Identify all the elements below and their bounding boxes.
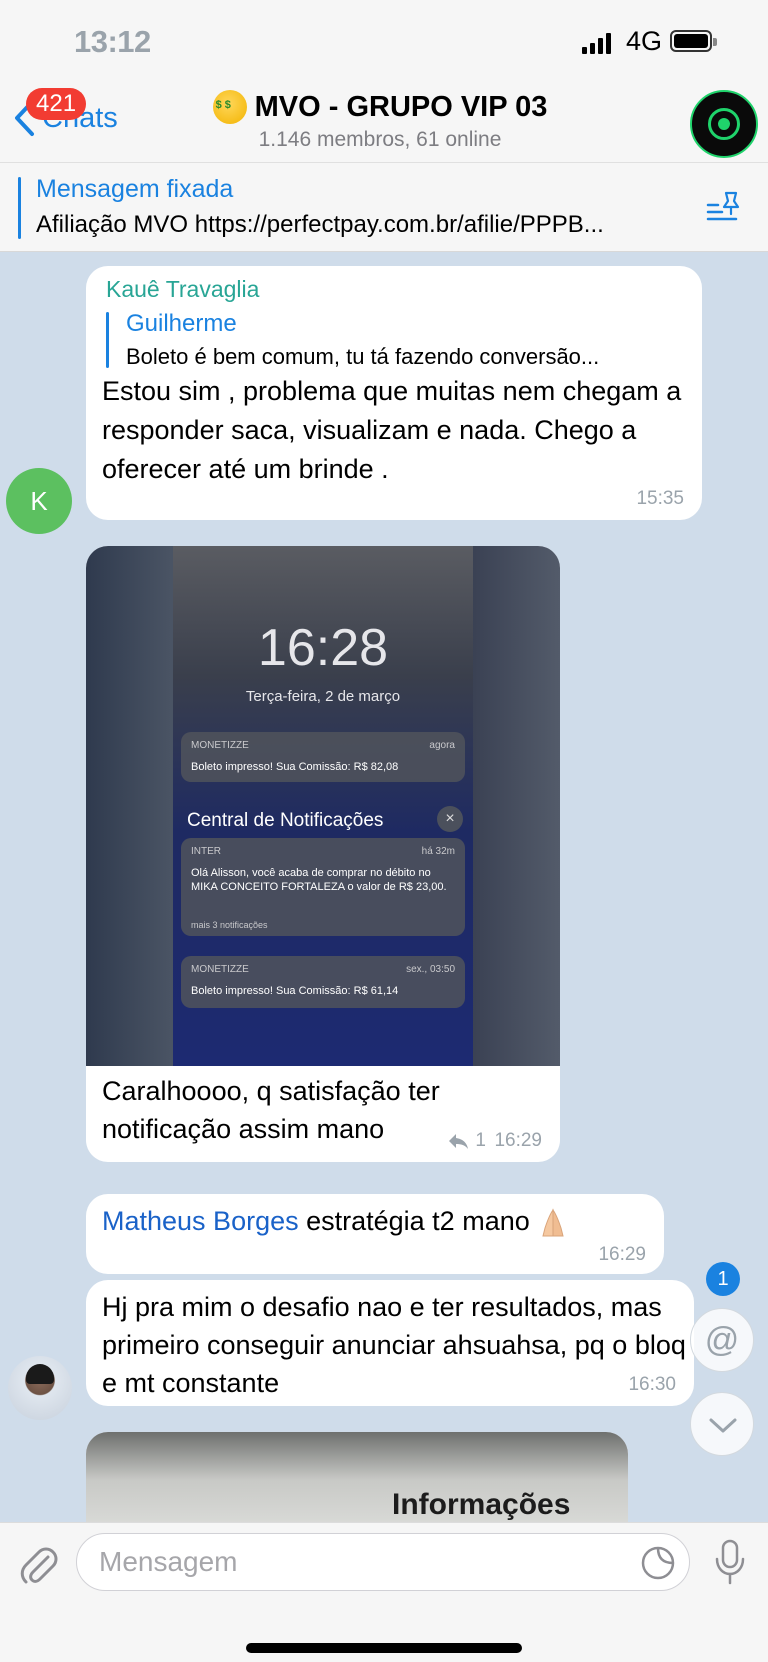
message-time: 15:35 [636,488,684,509]
message-input-field[interactable] [76,1533,690,1591]
message-text: Hj pra mim o desafio nao e ter resultado… [102,1292,686,1398]
microphone-icon[interactable] [710,1537,750,1589]
photo-caption-text: Informações [392,1488,571,1521]
message-sender[interactable]: Kauê Travaglia [106,276,259,303]
close-icon: × [437,806,463,832]
status-bar: 13:12 4G [0,0,768,80]
photo-notification: MONETIZZE agora Boleto impresso! Sua Com… [181,732,465,782]
home-indicator[interactable] [246,1643,522,1653]
praying-hands-emoji-icon [542,1208,564,1237]
message-bubble[interactable]: Informações [86,1432,628,1522]
sticker-icon[interactable] [639,1544,677,1582]
message-input[interactable] [99,1542,599,1582]
composer [0,1522,768,1662]
message-list[interactable]: Kauê Travaglia Guilherme Boleto é bem co… [0,252,768,1522]
avatar[interactable]: K [6,468,72,534]
photo-notification-center-title: Central de Notificações [187,810,384,831]
reply-arrow-icon [449,1134,469,1149]
pinned-message[interactable]: Mensagem fixada Afiliação MVO https://pe… [0,162,768,252]
status-time: 13:12 [74,24,151,59]
group-avatar[interactable] [690,90,758,158]
mentions-button[interactable]: @ [690,1308,754,1372]
mention-count-badge: 1 [706,1262,740,1296]
scroll-down-button[interactable] [690,1392,754,1456]
network-label: 4G [626,26,663,56]
reply-quote-name[interactable]: Guilherme [126,310,237,338]
message-text: Estou sim , problema que muitas nem cheg… [102,376,682,484]
unread-badge: 421 [26,88,87,120]
message-text: estratégia t2 mano [298,1206,530,1237]
chat-title-area[interactable]: MVO - GRUPO VIP 03 1.146 membros, 61 onl… [200,90,560,152]
message-bubble[interactable]: Kauê Travaglia Guilherme Boleto é bem co… [86,266,702,520]
message-time: 16:30 [628,1374,676,1395]
chevron-down-icon [709,1418,737,1433]
battery-icon [670,30,717,52]
avatar[interactable] [8,1356,72,1420]
message-time: 16:29 [598,1244,646,1265]
message-photo[interactable]: 16:28 Terça-feira, 2 de março MONETIZZE … [86,546,560,1066]
message-bubble[interactable]: Matheus Borges estratégia t2 mano 16:29 [86,1194,664,1274]
reply-quote-text[interactable]: Boleto é bem comum, tu tá fazendo conver… [126,344,686,370]
pinned-text: Afiliação MVO https://perfectpay.com.br/… [36,211,604,238]
paperclip-icon[interactable] [18,1543,58,1587]
pinned-list-icon[interactable] [704,189,742,227]
photo-lock-time: 16:28 [257,619,389,677]
mention-link[interactable]: Matheus Borges [102,1206,299,1236]
photo-notification: MONETIZZE sex., 03:50 Boleto impresso! S… [181,956,465,1008]
chat-subtitle: 1.146 membros, 61 online [258,128,502,151]
pinned-title: Mensagem fixada [36,175,234,203]
chat-title: MVO - GRUPO VIP 03 [254,90,548,123]
reply-count[interactable]: 1 [447,1130,486,1152]
photo-notification: INTER há 32m Olá Alisson, você acaba de … [181,838,465,936]
message-time: 16:29 [494,1130,542,1151]
money-face-emoji-icon [212,90,247,124]
signal-icon [582,32,611,54]
message-bubble[interactable]: Hj pra mim o desafio nao e ter resultado… [86,1280,694,1406]
message-bubble[interactable]: 16:28 Terça-feira, 2 de março MONETIZZE … [86,546,560,1162]
chat-header: Chats 421 MVO - GRUPO VIP 03 1.146 membr… [0,80,768,162]
photo-lock-date: Terça-feira, 2 de março [245,688,401,705]
